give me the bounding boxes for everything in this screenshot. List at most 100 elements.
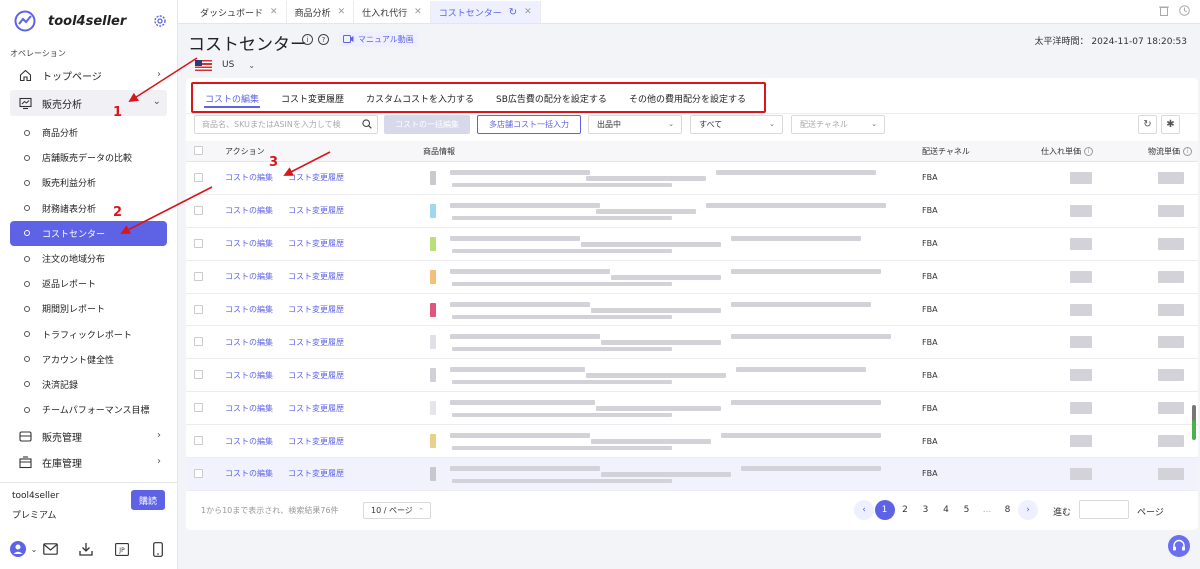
tab-dashboard[interactable]: ダッシュボード ✕: [192, 1, 287, 23]
cost-history-link[interactable]: コスト変更履歴: [288, 162, 344, 194]
product-thumbnail[interactable]: [430, 368, 436, 383]
row-checkbox[interactable]: [194, 469, 203, 479]
page-5-button[interactable]: 5: [957, 500, 977, 520]
shipping-channel-select[interactable]: 配送チャネル ⌄: [791, 115, 885, 134]
sidebar-subitem-order-regions[interactable]: 注文の地域分布: [10, 246, 167, 271]
sidebar-subitem-team-goals[interactable]: チームパフォーマンス目標: [10, 397, 167, 422]
edit-cost-link[interactable]: コストの編集: [225, 195, 273, 227]
subtab-edit-cost[interactable]: コストの編集: [194, 85, 270, 111]
sidebar-item-sales-management[interactable]: 販売管理 ›: [10, 423, 167, 449]
edit-cost-link[interactable]: コストの編集: [225, 326, 273, 358]
product-thumbnail[interactable]: [430, 401, 436, 416]
row-checkbox[interactable]: [194, 271, 203, 281]
row-checkbox[interactable]: [194, 304, 203, 314]
page-2-button[interactable]: 2: [895, 500, 915, 520]
row-checkbox[interactable]: [194, 436, 203, 446]
cost-history-link[interactable]: コスト変更履歴: [288, 458, 344, 490]
sidebar-subitem-store-comparison[interactable]: 店舗販売データの比較: [10, 145, 167, 170]
page-1-button[interactable]: 1: [874, 500, 895, 520]
tab-purchasing-agent[interactable]: 仕入れ代行 ✕: [354, 1, 431, 23]
edit-cost-link[interactable]: コストの編集: [225, 162, 273, 194]
page-ellipsis[interactable]: ...: [977, 500, 997, 520]
search-icon[interactable]: [362, 119, 372, 131]
tab-product-analysis[interactable]: 商品分析 ✕: [287, 1, 355, 23]
history-clock-icon[interactable]: [1179, 5, 1190, 19]
subtab-sb-ad-allocation[interactable]: SB広告費の配分を設定する: [485, 85, 618, 111]
cost-history-link[interactable]: コスト変更履歴: [288, 294, 344, 326]
sidebar-subitem-product-analysis[interactable]: 商品分析: [10, 120, 167, 145]
sidebar-item-inventory-management[interactable]: 在庫管理 ›: [10, 449, 167, 475]
sidebar-subitem-traffic-report[interactable]: トラフィックレポート: [10, 322, 167, 347]
subtab-cost-history[interactable]: コスト変更履歴: [270, 85, 355, 111]
cost-history-link[interactable]: コスト変更履歴: [288, 195, 344, 227]
info-icon[interactable]: i: [302, 34, 313, 45]
gear-icon[interactable]: [153, 14, 167, 28]
country-select[interactable]: US ⌄: [195, 56, 269, 74]
language-jp-icon[interactable]: JP: [114, 541, 130, 557]
edit-cost-link[interactable]: コストの編集: [225, 392, 273, 424]
brand[interactable]: tool4seller: [0, 0, 177, 42]
edit-cost-link[interactable]: コストの編集: [225, 425, 273, 457]
search-input[interactable]: 商品名、SKUまたはASINを入力して検: [194, 115, 378, 134]
edit-cost-link[interactable]: コストの編集: [225, 261, 273, 293]
mail-icon[interactable]: [42, 541, 58, 557]
sidebar-item-sales-analysis[interactable]: 販売分析 ⌄: [10, 90, 167, 116]
download-icon[interactable]: [78, 541, 94, 557]
next-page-button[interactable]: ›: [1018, 500, 1038, 520]
edit-cost-link[interactable]: コストの編集: [225, 458, 273, 490]
mobile-icon[interactable]: [150, 541, 166, 557]
product-thumbnail[interactable]: [430, 302, 436, 317]
page-3-button[interactable]: 3: [916, 500, 936, 520]
refresh-icon[interactable]: ↻: [509, 7, 517, 18]
goto-page-input[interactable]: [1079, 500, 1129, 519]
row-checkbox[interactable]: [194, 173, 203, 182]
edit-cost-link[interactable]: コストの編集: [225, 228, 273, 260]
cost-history-link[interactable]: コスト変更履歴: [288, 425, 344, 457]
row-checkbox[interactable]: [194, 205, 203, 215]
customer-support-button[interactable]: [1168, 535, 1190, 557]
info-icon[interactable]: i: [1084, 146, 1093, 156]
product-thumbnail[interactable]: [430, 335, 436, 350]
cost-history-link[interactable]: コスト変更履歴: [288, 228, 344, 260]
user-avatar-icon[interactable]: [10, 541, 26, 557]
manual-video-button[interactable]: マニュアル動画: [339, 32, 418, 47]
listing-status-select[interactable]: 出品中 ⌄: [588, 115, 682, 134]
row-checkbox[interactable]: [194, 370, 203, 380]
close-icon[interactable]: ✕: [414, 7, 422, 17]
subscribe-button[interactable]: 購読: [131, 490, 165, 510]
info-icon[interactable]: i: [1183, 146, 1192, 156]
chevron-down-icon[interactable]: ⌄: [30, 541, 38, 557]
row-checkbox[interactable]: [194, 238, 203, 248]
sidebar-subitem-returns-report[interactable]: 返品レポート: [10, 271, 167, 296]
close-icon[interactable]: ✕: [270, 7, 278, 17]
edit-cost-link[interactable]: コストの編集: [225, 294, 273, 326]
product-thumbnail[interactable]: [430, 236, 436, 251]
page-8-button[interactable]: 8: [998, 500, 1018, 520]
cost-history-link[interactable]: コスト変更履歴: [288, 359, 344, 391]
product-thumbnail[interactable]: [430, 203, 436, 218]
row-checkbox[interactable]: [194, 403, 203, 413]
help-icon[interactable]: ?: [318, 34, 329, 45]
batch-edit-cost-button[interactable]: コストの一括編集: [384, 115, 470, 134]
cost-history-link[interactable]: コスト変更履歴: [288, 326, 344, 358]
product-thumbnail[interactable]: [430, 434, 436, 449]
product-thumbnail[interactable]: [430, 269, 436, 284]
sidebar-subitem-account-health[interactable]: アカウント健全性: [10, 347, 167, 372]
row-checkbox[interactable]: [194, 337, 203, 347]
page-size-select[interactable]: 10 / ページ ⌃: [363, 502, 431, 519]
select-all-checkbox[interactable]: [194, 146, 203, 155]
page-4-button[interactable]: 4: [936, 500, 956, 520]
sidebar-subitem-period-report[interactable]: 期間別レポート: [10, 296, 167, 321]
product-thumbnail[interactable]: [430, 467, 436, 482]
prev-page-button[interactable]: ‹: [854, 500, 874, 520]
cost-history-link[interactable]: コスト変更履歴: [288, 392, 344, 424]
sidebar-subitem-payment-records[interactable]: 決済記録: [10, 372, 167, 397]
trash-icon[interactable]: [1159, 5, 1169, 19]
close-icon[interactable]: ✕: [524, 7, 532, 17]
column-settings-button[interactable]: ✱: [1161, 115, 1180, 134]
all-filter-select[interactable]: すべて ⌄: [690, 115, 783, 134]
close-icon[interactable]: ✕: [338, 7, 346, 17]
refresh-button[interactable]: ↻: [1138, 115, 1157, 134]
subtab-other-allocation[interactable]: その他の費用配分を設定する: [618, 85, 757, 111]
sidebar-subitem-financial-statements[interactable]: 財務諸表分析: [10, 196, 167, 221]
